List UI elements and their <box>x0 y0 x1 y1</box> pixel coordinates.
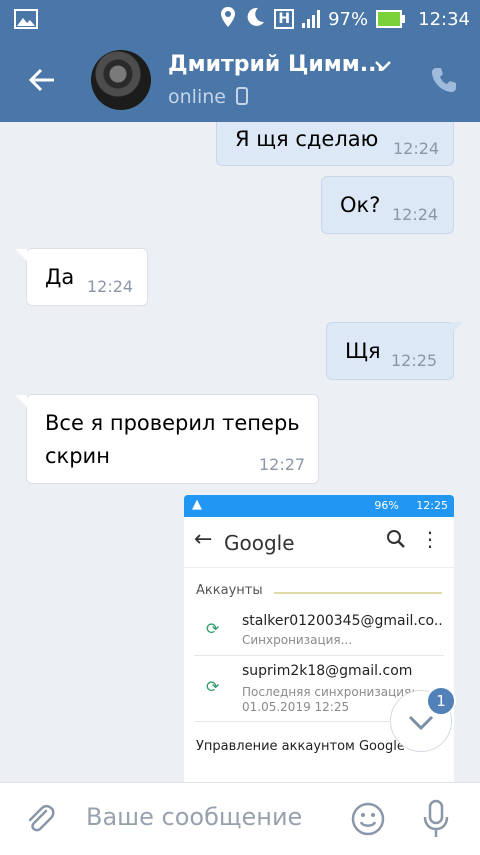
signal-icon <box>302 10 321 28</box>
avatar[interactable] <box>91 50 151 110</box>
screenshot-toolbar: ← Google ⋮ <box>184 517 454 568</box>
screenshot-time: 12:25 <box>416 499 448 512</box>
clock: 12:34 <box>418 8 470 30</box>
divider <box>194 655 444 656</box>
phone-icon[interactable] <box>430 66 458 98</box>
message-text-line1: Все я проверил теперь <box>45 411 300 435</box>
message-time: 12:25 <box>391 351 438 370</box>
location-icon <box>220 6 236 32</box>
unread-badge: 1 <box>426 686 456 716</box>
image-icon <box>14 9 38 34</box>
message-text: Ок? <box>340 193 381 217</box>
emoji-icon[interactable] <box>350 801 386 841</box>
message-bubble-incoming[interactable]: Все я проверил теперь скрин 12:27 <box>15 394 319 484</box>
message-text: Да <box>45 265 75 289</box>
manage-account-link: Управление аккаунтом Google <box>196 739 405 754</box>
more-icon: ⋮ <box>420 527 440 551</box>
sync-icon: ⟳ <box>206 619 220 638</box>
moon-icon <box>244 6 266 33</box>
message-text: Щя <box>345 339 381 363</box>
status-bar: H 97% 12:34 <box>0 0 480 38</box>
message-time: 12:27 <box>259 455 306 474</box>
battery-percent: 97% <box>328 8 369 30</box>
message-bubble-outgoing[interactable]: Щя 12:25 <box>326 322 463 380</box>
message-time: 12:24 <box>87 277 134 296</box>
mic-icon[interactable] <box>420 799 452 843</box>
battery-icon <box>376 10 406 28</box>
message-bubble-incoming[interactable]: Да 12:24 <box>15 248 148 306</box>
account-sync-date: 01.05.2019 12:25 <box>242 700 350 714</box>
back-arrow-icon: ← <box>194 527 213 552</box>
account-sync-status: Синхронизация... <box>242 633 353 647</box>
contact-name[interactable]: Дмитрий Цимм... <box>168 52 385 77</box>
back-arrow-icon[interactable] <box>22 60 62 100</box>
message-bubble-outgoing[interactable]: Я щя сделаю 12:24 <box>216 122 454 166</box>
message-bubble-outgoing[interactable]: Ок? 12:24 <box>321 176 454 234</box>
bubble-tail <box>15 249 27 261</box>
bubble-tail <box>15 395 27 407</box>
online-status: online <box>168 86 249 108</box>
section-divider <box>274 592 442 594</box>
network-type-badge: H <box>274 9 295 29</box>
warning-icon: ▲ <box>192 497 202 512</box>
search-icon <box>386 529 406 554</box>
sync-icon: ⟳ <box>206 677 220 696</box>
bubble-tail <box>451 322 463 334</box>
screenshot-status-bar: ▲ 96% 12:25 <box>184 495 454 517</box>
screenshot-title: Google <box>224 531 295 555</box>
account-sync-status: Последняя синхронизация: <box>242 685 416 699</box>
message-time: 12:24 <box>393 139 440 158</box>
screenshot-section-title: Аккаунты <box>196 583 263 598</box>
account-email: suprim2k18@gmail.com <box>242 663 413 679</box>
message-text-line2: скрин <box>45 444 110 468</box>
chevron-down-icon[interactable] <box>374 56 392 77</box>
message-input[interactable]: Ваше сообщение <box>86 803 302 831</box>
message-time: 12:24 <box>392 205 439 224</box>
message-list[interactable]: Я щя сделаю 12:24 Ок? 12:24 Да 12:24 Щя … <box>0 122 480 782</box>
attach-icon[interactable] <box>22 801 58 841</box>
device-icon <box>232 86 249 108</box>
composer: Ваше сообщение <box>0 782 480 855</box>
message-text: Я щя сделаю <box>235 127 379 151</box>
chat-header: Дмитрий Цимм... online <box>0 38 480 122</box>
screenshot-battery: 96% <box>374 499 399 512</box>
account-email: stalker01200345@gmail.co.. <box>242 613 443 629</box>
